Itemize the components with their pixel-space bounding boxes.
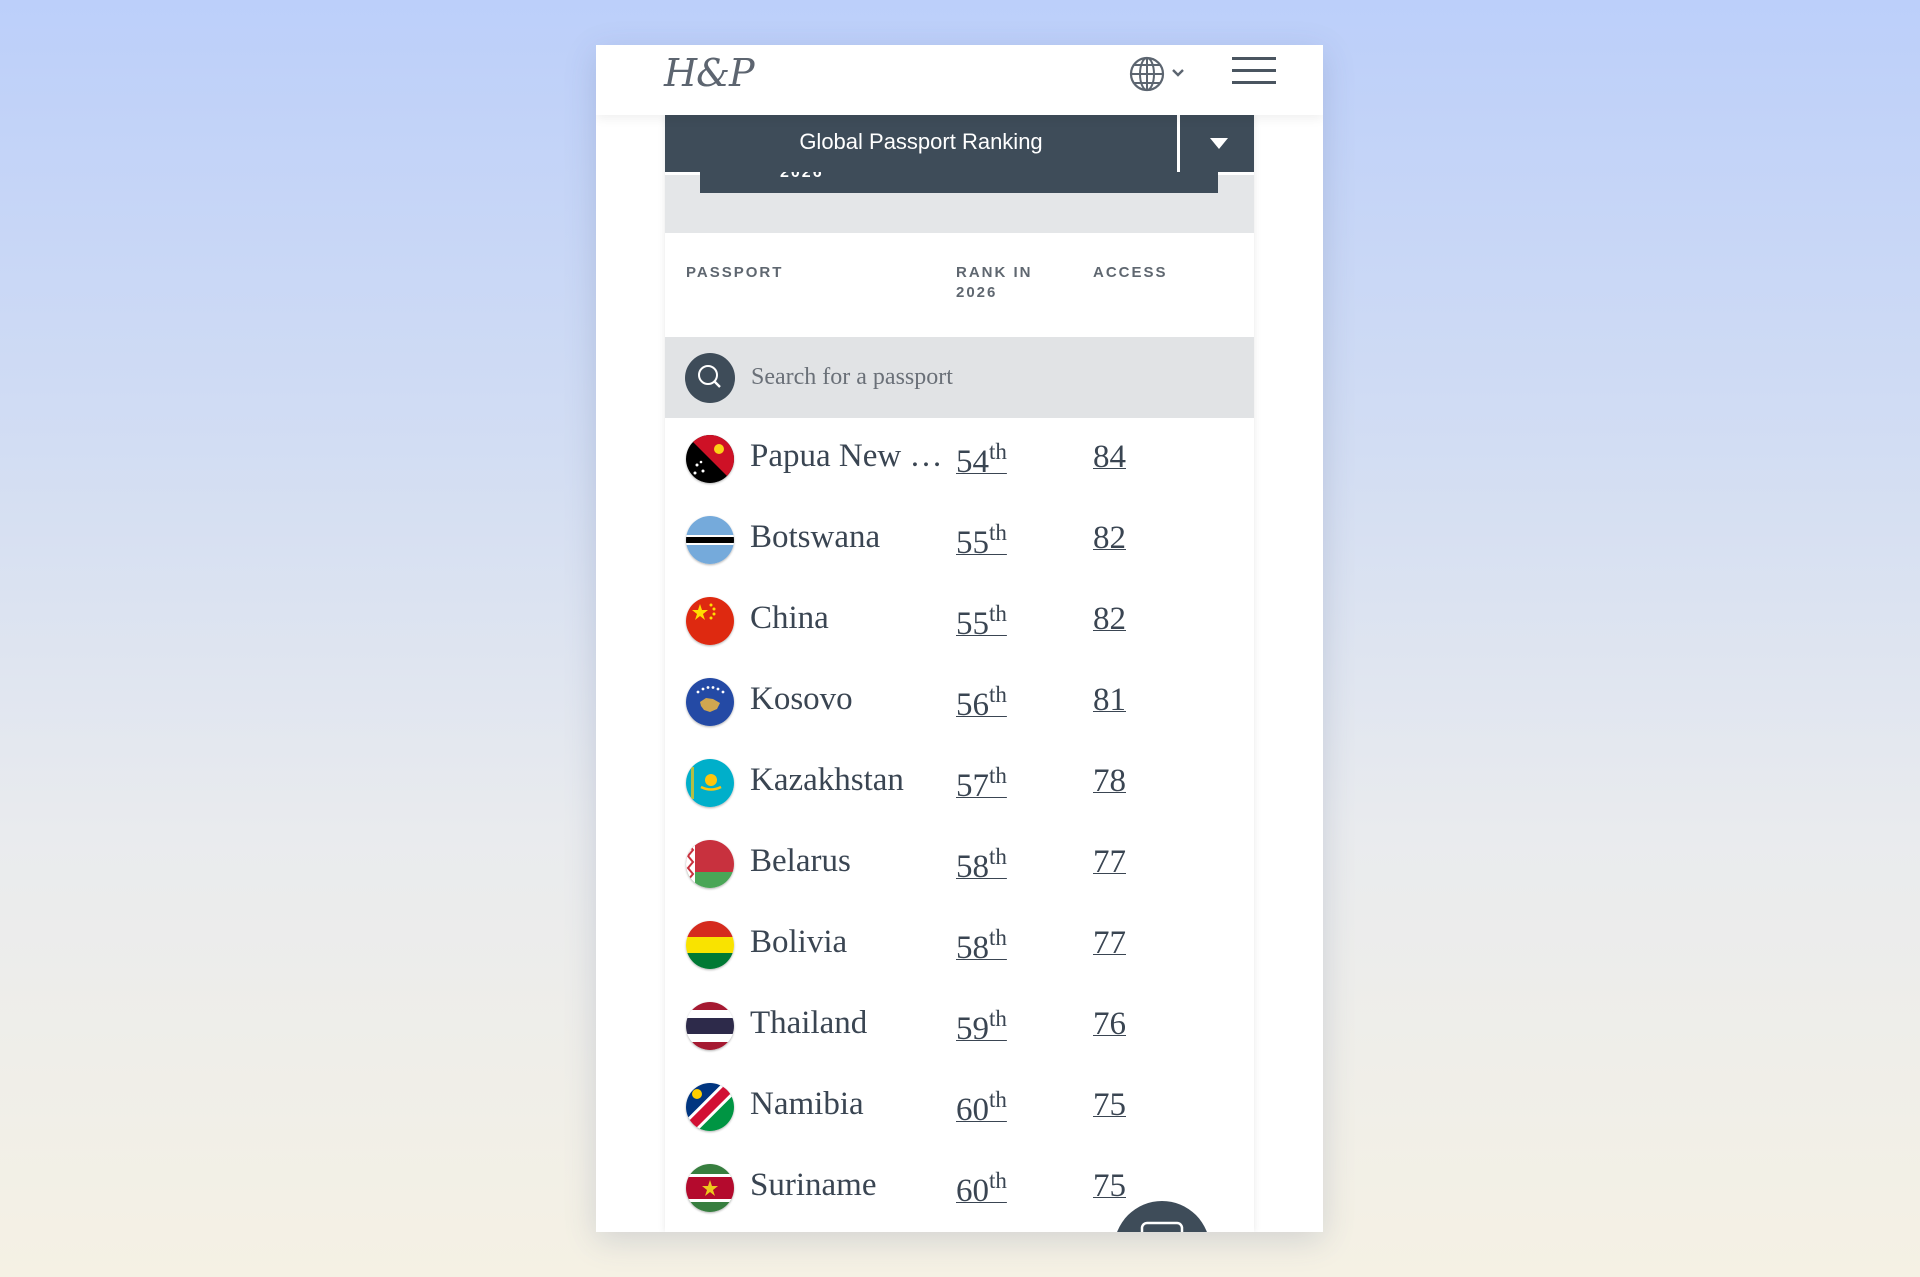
phone-screen: H&P 2026 Global Passport Ranking PASSPOR… (596, 45, 1323, 1232)
table-row[interactable]: Papua New Guinea 54th 84 (665, 418, 1254, 499)
access-link[interactable]: 81 (1093, 682, 1126, 719)
access-link[interactable]: 75 (1093, 1087, 1126, 1124)
search-icon[interactable] (685, 353, 735, 403)
rank-link[interactable]: 55th (956, 601, 1007, 643)
rank-link[interactable]: 60th (956, 1168, 1007, 1210)
rank-suffix: th (989, 1087, 1007, 1112)
rank-suffix: th (989, 439, 1007, 464)
rank-suffix: th (989, 682, 1007, 707)
rank-link[interactable]: 60th (956, 1087, 1007, 1129)
table-row[interactable]: Kazakhstan 57th 78 (665, 742, 1254, 823)
column-header-rank-line1: RANK IN (956, 264, 1033, 281)
country-name: Kosovo (750, 681, 853, 717)
rank-value: 60 (956, 1173, 989, 1209)
access-link[interactable]: 76 (1093, 1006, 1126, 1043)
column-header-access[interactable]: ACCESS (1093, 263, 1168, 283)
hamburger-menu-icon (1232, 57, 1276, 84)
access-link[interactable]: 78 (1093, 763, 1126, 800)
suriname-flag-icon (686, 1164, 734, 1212)
rank-value: 58 (956, 930, 989, 966)
botswana-flag-icon (686, 516, 734, 564)
rank-link[interactable]: 54th (956, 439, 1007, 481)
access-link[interactable]: 77 (1093, 925, 1126, 962)
chat-button[interactable] (1114, 1201, 1210, 1232)
access-link[interactable]: 82 (1093, 601, 1126, 638)
dropdown-label: Global Passport Ranking (799, 129, 1043, 154)
table-row[interactable]: China 55th 82 (665, 580, 1254, 661)
rank-value: 56 (956, 687, 989, 723)
access-link[interactable]: 82 (1093, 520, 1126, 557)
rank-link[interactable]: 55th (956, 520, 1007, 562)
rank-suffix: th (989, 1168, 1007, 1193)
rank-value: 58 (956, 849, 989, 885)
chat-icon (1140, 1221, 1184, 1232)
top-navigation-bar: H&P (596, 45, 1323, 115)
table-row[interactable]: Bolivia 58th 77 (665, 904, 1254, 985)
hamburger-menu-button[interactable] (1230, 51, 1278, 91)
search-bar (665, 337, 1254, 418)
access-link[interactable]: 77 (1093, 844, 1126, 881)
rank-value: 57 (956, 768, 989, 804)
rank-suffix: th (989, 763, 1007, 788)
country-name: Belarus (750, 843, 851, 879)
kazakhstan-flag-icon (686, 759, 734, 807)
access-link[interactable]: 75 (1093, 1168, 1126, 1205)
site-logo[interactable]: H&P (664, 51, 755, 95)
country-name: Namibia (750, 1086, 864, 1122)
country-name: Suriname (750, 1167, 877, 1203)
country-name: China (750, 600, 829, 636)
rank-value: 60 (956, 1092, 989, 1128)
table-row[interactable]: Namibia 60th 75 (665, 1066, 1254, 1147)
namibia-flag-icon (686, 1083, 734, 1131)
bolivia-flag-icon (686, 921, 734, 969)
column-header-rank[interactable]: RANK IN 2026 (956, 263, 1033, 303)
access-link[interactable]: 84 (1093, 439, 1126, 476)
country-name: Thailand (750, 1005, 868, 1041)
table-row[interactable]: Kosovo 56th 81 (665, 661, 1254, 742)
china-flag-icon (686, 597, 734, 645)
ranking-type-dropdown[interactable]: Global Passport Ranking (665, 115, 1254, 172)
rank-link[interactable]: 57th (956, 763, 1007, 805)
country-name: Kazakhstan (750, 762, 904, 798)
kosovo-flag-icon (686, 678, 734, 726)
table-row[interactable]: Thailand 59th 76 (665, 985, 1254, 1066)
rank-link[interactable]: 56th (956, 682, 1007, 724)
rank-suffix: th (989, 844, 1007, 869)
papua-new-guinea-flag-icon (686, 435, 734, 483)
column-header-passport[interactable]: PASSPORT (686, 263, 783, 283)
column-header-rank-line2: 2026 (956, 284, 998, 301)
passport-ranking-card: 2026 Global Passport Ranking PASSPORT RA… (665, 115, 1254, 1232)
rank-value: 59 (956, 1011, 989, 1047)
rank-link[interactable]: 59th (956, 1006, 1007, 1048)
rank-suffix: th (989, 601, 1007, 626)
belarus-flag-icon (686, 840, 734, 888)
country-name: Bolivia (750, 924, 848, 960)
table-row[interactable]: Belarus 58th 77 (665, 823, 1254, 904)
globe-icon (1129, 56, 1184, 92)
country-name: Papua New Guinea (750, 438, 950, 474)
country-name: Botswana (750, 519, 881, 555)
rank-link[interactable]: 58th (956, 925, 1007, 967)
thailand-flag-icon (686, 1002, 734, 1050)
caret-down-icon[interactable] (1210, 138, 1228, 149)
rank-suffix: th (989, 1006, 1007, 1031)
rank-value: 54 (956, 444, 989, 480)
rank-suffix: th (989, 520, 1007, 545)
rank-value: 55 (956, 525, 989, 561)
search-input[interactable] (751, 357, 1231, 397)
rank-suffix: th (989, 925, 1007, 950)
table-row[interactable]: Botswana 55th 82 (665, 499, 1254, 580)
language-selector[interactable] (1127, 50, 1187, 94)
rank-value: 55 (956, 606, 989, 642)
rank-link[interactable]: 58th (956, 844, 1007, 886)
dropdown-divider (1177, 115, 1180, 172)
